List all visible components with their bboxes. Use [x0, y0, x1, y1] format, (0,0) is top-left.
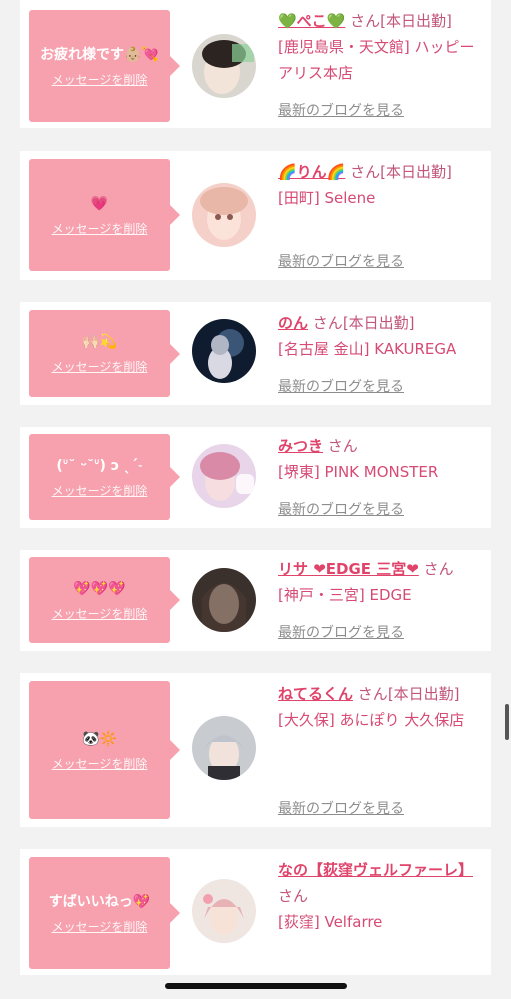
message-card: (ᐡ˘ ᵕ˘ᐡ) ɔ ˎˊ˗ メッセージを削除 みつき さん [堺東] PINK… — [20, 427, 491, 528]
latest-blog-link[interactable]: 最新のブログを見る — [278, 100, 404, 120]
latest-blog-link[interactable]: 最新のブログを見る — [278, 499, 404, 519]
delete-message-link[interactable]: メッセージを削除 — [52, 220, 148, 237]
message-card: すばいいねっ💖 メッセージを削除 なの【荻窪ヴェルファーレ】 さん [荻窪] V… — [20, 849, 491, 975]
work-status: [本日出勤] — [342, 314, 415, 332]
avatar[interactable] — [192, 319, 256, 383]
honorific: さん — [327, 437, 358, 455]
work-status: [本日出勤] — [387, 685, 460, 703]
shop-name: [荻窪] Velfarre — [278, 913, 383, 931]
message-text: 🐼🔆 — [82, 730, 117, 747]
latest-blog-link[interactable]: 最新のブログを見る — [278, 622, 404, 642]
honorific: さん — [423, 560, 454, 578]
message-text: 🙌🏻💫 — [82, 334, 117, 350]
shop-name: [堺東] PINK MONSTER — [278, 463, 439, 481]
message-card: 🐼🔆 メッセージを削除 ねてるくん さん[本日出勤] [大久保] あにぽり 大久… — [20, 673, 491, 827]
shop-name: [鹿児島県・天文館] ハッピーアリス本店 — [278, 38, 475, 82]
work-status: [本日出勤] — [380, 163, 452, 181]
avatar[interactable] — [192, 34, 256, 98]
message-card: 💖💖💖 メッセージを削除 リサ ❤EDGE 三宮❤ さん [神戸・三宮] EDG… — [20, 550, 491, 651]
message-card: 🙌🏻💫 メッセージを削除 のん さん[本日出勤] [名古屋 金山] KAKURE… — [20, 302, 491, 405]
message-text: お疲れ様です👶🏼💘 — [40, 46, 159, 63]
message-text: 💖💖💖 — [73, 580, 126, 597]
sender-info: ねてるくん さん[本日出勤] [大久保] あにぽり 大久保店 — [278, 681, 488, 733]
latest-blog-link[interactable]: 最新のブログを見る — [278, 251, 404, 271]
sender-name-link[interactable]: 🌈りん🌈 — [278, 163, 345, 181]
message-bubble: 🐼🔆 メッセージを削除 — [29, 681, 180, 819]
sender-info: なの【荻窪ヴェルファーレ】 さん [荻窪] Velfarre — [278, 857, 488, 935]
message-card: お疲れ様です👶🏼💘 メッセージを削除 💚ぺこ💚 さん[本日出勤] [鹿児島県・天… — [20, 0, 491, 128]
message-bubble: 🙌🏻💫 メッセージを削除 — [29, 310, 180, 397]
sender-info: 💚ぺこ💚 さん[本日出勤] [鹿児島県・天文館] ハッピーアリス本店 — [278, 8, 488, 86]
work-status: [本日出勤] — [380, 12, 452, 30]
delete-message-link[interactable]: メッセージを削除 — [52, 358, 148, 375]
sender-info: リサ ❤EDGE 三宮❤ さん [神戸・三宮] EDGE — [278, 556, 508, 608]
avatar[interactable] — [192, 716, 256, 780]
sender-info: 🌈りん🌈 さん[本日出勤] [田町] Selene — [278, 159, 488, 211]
avatar[interactable] — [192, 568, 256, 632]
sender-info: みつき さん [堺東] PINK MONSTER — [278, 433, 488, 485]
latest-blog-link[interactable]: 最新のブログを見る — [278, 376, 404, 396]
shop-name: [神戸・三宮] EDGE — [278, 586, 412, 604]
honorific: さん — [278, 887, 309, 905]
sender-name-link[interactable]: リサ ❤EDGE 三宮❤ — [278, 560, 419, 578]
delete-message-link[interactable]: メッセージを削除 — [52, 755, 148, 772]
sender-name-link[interactable]: ねてるくん — [278, 685, 353, 703]
honorific: さん — [357, 685, 388, 703]
message-bubble: 💖💖💖 メッセージを削除 — [29, 557, 180, 643]
delete-message-link[interactable]: メッセージを削除 — [52, 71, 148, 88]
message-bubble: (ᐡ˘ ᵕ˘ᐡ) ɔ ˎˊ˗ メッセージを削除 — [29, 434, 180, 520]
message-bubble: 💗 メッセージを削除 — [29, 159, 180, 271]
delete-message-link[interactable]: メッセージを削除 — [52, 918, 148, 935]
message-bubble: すばいいねっ💖 メッセージを削除 — [29, 857, 180, 969]
latest-blog-link[interactable]: 最新のブログを見る — [278, 798, 404, 818]
honorific: さん — [350, 163, 381, 181]
message-text: すばいいねっ💖 — [48, 893, 151, 910]
sender-name-link[interactable]: 💚ぺこ💚 — [278, 12, 345, 30]
home-indicator[interactable] — [165, 983, 347, 989]
sender-name-link[interactable]: なの【荻窪ヴェルファーレ】 — [278, 861, 473, 879]
message-text: 💗 — [90, 195, 109, 212]
sender-name-link[interactable]: のん — [278, 314, 308, 332]
sender-info: のん さん[本日出勤] [名古屋 金山] KAKUREGA — [278, 310, 488, 362]
message-text: (ᐡ˘ ᵕ˘ᐡ) ɔ ˎˊ˗ — [56, 457, 143, 474]
shop-name: [田町] Selene — [278, 189, 376, 207]
scrollbar[interactable] — [505, 704, 509, 740]
avatar[interactable] — [192, 444, 256, 508]
message-card: 💗 メッセージを削除 🌈りん🌈 さん[本日出勤] [田町] Selene 最新の… — [20, 151, 491, 280]
sender-name-link[interactable]: みつき — [278, 437, 323, 455]
shop-name: [名古屋 金山] KAKUREGA — [278, 340, 457, 358]
shop-name: [大久保] あにぽり 大久保店 — [278, 711, 465, 729]
message-bubble: お疲れ様です👶🏼💘 メッセージを削除 — [29, 10, 180, 122]
honorific: さん — [350, 12, 381, 30]
honorific: さん — [312, 314, 343, 332]
avatar[interactable] — [192, 183, 256, 247]
delete-message-link[interactable]: メッセージを削除 — [52, 605, 148, 622]
delete-message-link[interactable]: メッセージを削除 — [52, 482, 148, 499]
avatar[interactable] — [192, 879, 256, 943]
